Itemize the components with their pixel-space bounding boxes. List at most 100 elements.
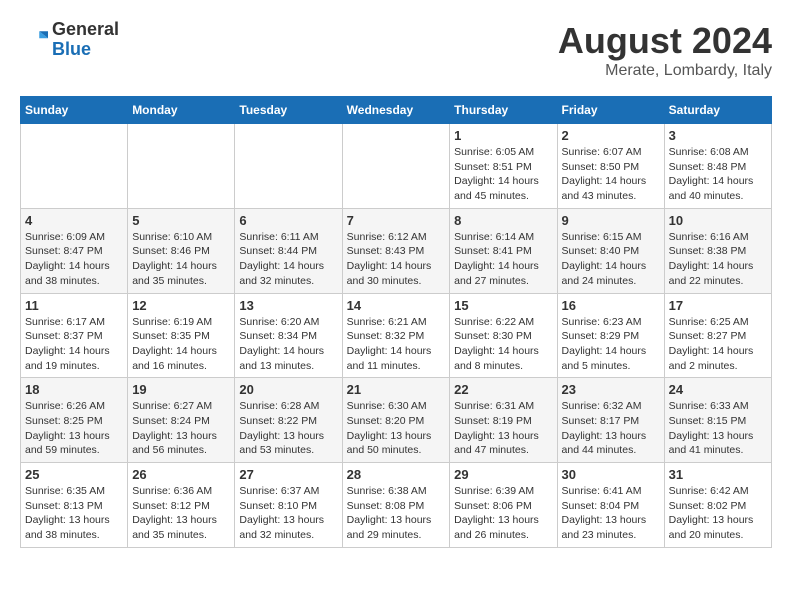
weekday-header-sunday: Sunday bbox=[21, 97, 128, 124]
day-number: 26 bbox=[132, 467, 230, 482]
day-info: Sunrise: 6:15 AM Sunset: 8:40 PM Dayligh… bbox=[562, 230, 660, 289]
day-number: 23 bbox=[562, 382, 660, 397]
day-info: Sunrise: 6:07 AM Sunset: 8:50 PM Dayligh… bbox=[562, 145, 660, 204]
weekday-header-friday: Friday bbox=[557, 97, 664, 124]
calendar-cell: 15 Sunrise: 6:22 AM Sunset: 8:30 PM Dayli… bbox=[450, 293, 557, 378]
day-info: Sunrise: 6:30 AM Sunset: 8:20 PM Dayligh… bbox=[347, 399, 446, 458]
calendar-subtitle: Merate, Lombardy, Italy bbox=[558, 62, 772, 80]
day-number: 2 bbox=[562, 128, 660, 143]
calendar-cell: 7 Sunrise: 6:12 AM Sunset: 8:43 PM Daylig… bbox=[342, 208, 450, 293]
calendar-week-5: 25Sunrise: 6:35 AM Sunset: 8:13 PM Dayli… bbox=[21, 463, 772, 548]
calendar-cell: 19 Sunrise: 6:27 AM Sunset: 8:24 PM Dayli… bbox=[128, 378, 235, 463]
calendar-cell: 31 Sunrise: 6:42 AM Sunset: 8:02 PM Dayli… bbox=[664, 463, 771, 548]
day-info: Sunrise: 6:09 AM Sunset: 8:47 PM Dayligh… bbox=[25, 230, 123, 289]
day-number: 29 bbox=[454, 467, 552, 482]
day-info: Sunrise: 6:20 AM Sunset: 8:34 PM Dayligh… bbox=[239, 315, 337, 374]
calendar-cell: 5Sunrise: 6:10 AM Sunset: 8:46 PM Daylig… bbox=[128, 208, 235, 293]
calendar-cell: 24Sunrise: 6:33 AM Sunset: 8:15 PM Dayli… bbox=[664, 378, 771, 463]
calendar-cell: 10 Sunrise: 6:16 AM Sunset: 8:38 PM Dayli… bbox=[664, 208, 771, 293]
day-info: Sunrise: 6:08 AM Sunset: 8:48 PM Dayligh… bbox=[669, 145, 767, 204]
day-info: Sunrise: 6:12 AM Sunset: 8:43 PM Dayligh… bbox=[347, 230, 446, 289]
day-info: Sunrise: 6:23 AM Sunset: 8:29 PM Dayligh… bbox=[562, 315, 660, 374]
calendar-week-2: 4Sunrise: 6:09 AM Sunset: 8:47 PM Daylig… bbox=[21, 208, 772, 293]
day-number: 20 bbox=[239, 382, 337, 397]
day-info: Sunrise: 6:26 AM Sunset: 8:25 PM Dayligh… bbox=[25, 399, 123, 458]
day-info: Sunrise: 6:39 AM Sunset: 8:06 PM Dayligh… bbox=[454, 484, 552, 543]
calendar-cell: 3 Sunrise: 6:08 AM Sunset: 8:48 PM Daylig… bbox=[664, 124, 771, 209]
day-number: 19 bbox=[132, 382, 230, 397]
calendar-week-4: 18 Sunrise: 6:26 AM Sunset: 8:25 PM Dayli… bbox=[21, 378, 772, 463]
day-number: 16 bbox=[562, 298, 660, 313]
calendar-cell bbox=[235, 124, 342, 209]
day-info: Sunrise: 6:19 AM Sunset: 8:35 PM Dayligh… bbox=[132, 315, 230, 374]
day-info: Sunrise: 6:42 AM Sunset: 8:02 PM Dayligh… bbox=[669, 484, 767, 543]
day-number: 7 bbox=[347, 213, 446, 228]
day-number: 12 bbox=[132, 298, 230, 313]
day-number: 30 bbox=[562, 467, 660, 482]
weekday-header-thursday: Thursday bbox=[450, 97, 557, 124]
calendar-cell: 30Sunrise: 6:41 AM Sunset: 8:04 PM Dayli… bbox=[557, 463, 664, 548]
day-info: Sunrise: 6:10 AM Sunset: 8:46 PM Dayligh… bbox=[132, 230, 230, 289]
day-number: 28 bbox=[347, 467, 446, 482]
weekday-header-wednesday: Wednesday bbox=[342, 97, 450, 124]
day-info: Sunrise: 6:36 AM Sunset: 8:12 PM Dayligh… bbox=[132, 484, 230, 543]
day-number: 9 bbox=[562, 213, 660, 228]
calendar-cell bbox=[21, 124, 128, 209]
calendar-week-1: 1Sunrise: 6:05 AM Sunset: 8:51 PM Daylig… bbox=[21, 124, 772, 209]
day-number: 14 bbox=[347, 298, 446, 313]
calendar-table: SundayMondayTuesdayWednesdayThursdayFrid… bbox=[20, 96, 772, 548]
calendar-cell: 27Sunrise: 6:37 AM Sunset: 8:10 PM Dayli… bbox=[235, 463, 342, 548]
calendar-cell: 11 Sunrise: 6:17 AM Sunset: 8:37 PM Dayli… bbox=[21, 293, 128, 378]
calendar-cell: 20 Sunrise: 6:28 AM Sunset: 8:22 PM Dayli… bbox=[235, 378, 342, 463]
day-info: Sunrise: 6:14 AM Sunset: 8:41 PM Dayligh… bbox=[454, 230, 552, 289]
day-number: 3 bbox=[669, 128, 767, 143]
calendar-cell: 6Sunrise: 6:11 AM Sunset: 8:44 PM Daylig… bbox=[235, 208, 342, 293]
day-info: Sunrise: 6:17 AM Sunset: 8:37 PM Dayligh… bbox=[25, 315, 123, 374]
calendar-cell: 8 Sunrise: 6:14 AM Sunset: 8:41 PM Daylig… bbox=[450, 208, 557, 293]
calendar-cell: 17Sunrise: 6:25 AM Sunset: 8:27 PM Dayli… bbox=[664, 293, 771, 378]
calendar-title: August 2024 bbox=[558, 20, 772, 62]
day-number: 11 bbox=[25, 298, 123, 313]
logo: General Blue bbox=[20, 20, 119, 60]
calendar-cell: 25Sunrise: 6:35 AM Sunset: 8:13 PM Dayli… bbox=[21, 463, 128, 548]
title-block: August 2024 Merate, Lombardy, Italy bbox=[558, 20, 772, 80]
day-number: 10 bbox=[669, 213, 767, 228]
calendar-body: 1Sunrise: 6:05 AM Sunset: 8:51 PM Daylig… bbox=[21, 124, 772, 548]
day-number: 21 bbox=[347, 382, 446, 397]
calendar-cell: 2 Sunrise: 6:07 AM Sunset: 8:50 PM Daylig… bbox=[557, 124, 664, 209]
calendar-cell: 4Sunrise: 6:09 AM Sunset: 8:47 PM Daylig… bbox=[21, 208, 128, 293]
day-number: 24 bbox=[669, 382, 767, 397]
calendar-cell: 16 Sunrise: 6:23 AM Sunset: 8:29 PM Dayli… bbox=[557, 293, 664, 378]
day-number: 6 bbox=[239, 213, 337, 228]
weekday-header-saturday: Saturday bbox=[664, 97, 771, 124]
day-info: Sunrise: 6:35 AM Sunset: 8:13 PM Dayligh… bbox=[25, 484, 123, 543]
logo-icon bbox=[20, 26, 48, 54]
weekday-header-tuesday: Tuesday bbox=[235, 97, 342, 124]
day-number: 15 bbox=[454, 298, 552, 313]
day-info: Sunrise: 6:28 AM Sunset: 8:22 PM Dayligh… bbox=[239, 399, 337, 458]
calendar-cell: 28 Sunrise: 6:38 AM Sunset: 8:08 PM Dayli… bbox=[342, 463, 450, 548]
logo-text: General Blue bbox=[52, 20, 119, 60]
calendar-cell: 1Sunrise: 6:05 AM Sunset: 8:51 PM Daylig… bbox=[450, 124, 557, 209]
calendar-cell: 13Sunrise: 6:20 AM Sunset: 8:34 PM Dayli… bbox=[235, 293, 342, 378]
day-number: 17 bbox=[669, 298, 767, 313]
day-info: Sunrise: 6:27 AM Sunset: 8:24 PM Dayligh… bbox=[132, 399, 230, 458]
calendar-cell: 23 Sunrise: 6:32 AM Sunset: 8:17 PM Dayli… bbox=[557, 378, 664, 463]
calendar-header-row: SundayMondayTuesdayWednesdayThursdayFrid… bbox=[21, 97, 772, 124]
day-info: Sunrise: 6:31 AM Sunset: 8:19 PM Dayligh… bbox=[454, 399, 552, 458]
day-info: Sunrise: 6:16 AM Sunset: 8:38 PM Dayligh… bbox=[669, 230, 767, 289]
day-info: Sunrise: 6:38 AM Sunset: 8:08 PM Dayligh… bbox=[347, 484, 446, 543]
day-info: Sunrise: 6:37 AM Sunset: 8:10 PM Dayligh… bbox=[239, 484, 337, 543]
day-info: Sunrise: 6:32 AM Sunset: 8:17 PM Dayligh… bbox=[562, 399, 660, 458]
calendar-cell: 21 Sunrise: 6:30 AM Sunset: 8:20 PM Dayli… bbox=[342, 378, 450, 463]
day-info: Sunrise: 6:22 AM Sunset: 8:30 PM Dayligh… bbox=[454, 315, 552, 374]
day-number: 18 bbox=[25, 382, 123, 397]
day-number: 8 bbox=[454, 213, 552, 228]
day-number: 31 bbox=[669, 467, 767, 482]
calendar-cell: 18 Sunrise: 6:26 AM Sunset: 8:25 PM Dayli… bbox=[21, 378, 128, 463]
calendar-cell: 29 Sunrise: 6:39 AM Sunset: 8:06 PM Dayli… bbox=[450, 463, 557, 548]
calendar-cell: 12 Sunrise: 6:19 AM Sunset: 8:35 PM Dayli… bbox=[128, 293, 235, 378]
calendar-cell: 22Sunrise: 6:31 AM Sunset: 8:19 PM Dayli… bbox=[450, 378, 557, 463]
calendar-cell bbox=[342, 124, 450, 209]
calendar-week-3: 11 Sunrise: 6:17 AM Sunset: 8:37 PM Dayli… bbox=[21, 293, 772, 378]
